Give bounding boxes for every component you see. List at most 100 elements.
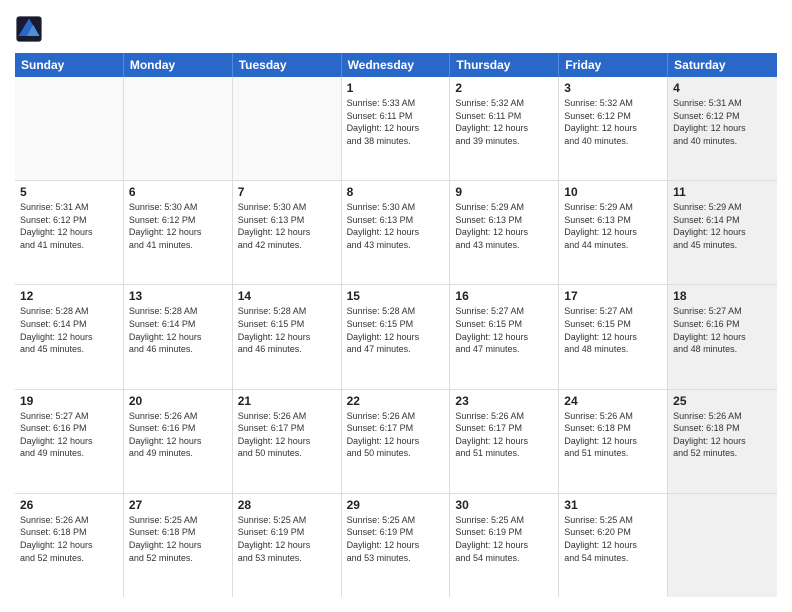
day-cell-30: 30Sunrise: 5:25 AM Sunset: 6:19 PM Dayli… <box>450 494 559 597</box>
day-info: Sunrise: 5:26 AM Sunset: 6:16 PM Dayligh… <box>129 410 227 460</box>
day-info: Sunrise: 5:28 AM Sunset: 6:14 PM Dayligh… <box>129 305 227 355</box>
day-info: Sunrise: 5:31 AM Sunset: 6:12 PM Dayligh… <box>20 201 118 251</box>
empty-cell-0-2 <box>233 77 342 180</box>
day-info: Sunrise: 5:33 AM Sunset: 6:11 PM Dayligh… <box>347 97 445 147</box>
header <box>15 15 777 43</box>
day-cell-1: 1 Sunrise: 5:33 AM Sunset: 6:11 PM Daylig… <box>342 77 451 180</box>
day-number: 5 <box>20 185 118 199</box>
day-number: 28 <box>238 498 336 512</box>
weekday-header-friday: Friday <box>559 53 668 77</box>
day-cell-18: 18 Sunrise: 5:27 AM Sunset: 6:16 PM Dayli… <box>668 285 777 388</box>
day-number: 17 <box>564 289 662 303</box>
calendar-row-2: 12 Sunrise: 5:28 AM Sunset: 6:14 PM Dayli… <box>15 285 777 389</box>
day-cell-16: 16Sunrise: 5:27 AM Sunset: 6:15 PM Dayli… <box>450 285 559 388</box>
day-info: Sunrise: 5:29 AM Sunset: 6:13 PM Dayligh… <box>455 201 553 251</box>
day-info: Sunrise: 5:26 AM Sunset: 6:18 PM Dayligh… <box>564 410 662 460</box>
day-cell-21: 21 Sunrise: 5:26 AM Sunset: 6:17 PM Dayli… <box>233 390 342 493</box>
day-number: 9 <box>455 185 553 199</box>
calendar-row-0: 1 Sunrise: 5:33 AM Sunset: 6:11 PM Daylig… <box>15 77 777 181</box>
day-info: Sunrise: 5:29 AM Sunset: 6:13 PM Dayligh… <box>564 201 662 251</box>
day-number: 16 <box>455 289 553 303</box>
day-cell-5: 5 Sunrise: 5:31 AM Sunset: 6:12 PM Daylig… <box>15 181 124 284</box>
calendar-body: 1 Sunrise: 5:33 AM Sunset: 6:11 PM Daylig… <box>15 77 777 597</box>
day-number: 13 <box>129 289 227 303</box>
day-cell-9: 9 Sunrise: 5:29 AM Sunset: 6:13 PM Daylig… <box>450 181 559 284</box>
day-cell-2: 2 Sunrise: 5:32 AM Sunset: 6:11 PM Daylig… <box>450 77 559 180</box>
weekday-header-wednesday: Wednesday <box>342 53 451 77</box>
day-number: 2 <box>455 81 553 95</box>
day-cell-31: 31 Sunrise: 5:25 AM Sunset: 6:20 PM Dayli… <box>559 494 668 597</box>
day-info: Sunrise: 5:25 AM Sunset: 6:19 PM Dayligh… <box>238 514 336 564</box>
day-info: Sunrise: 5:32 AM Sunset: 6:12 PM Dayligh… <box>564 97 662 147</box>
day-info: Sunrise: 5:28 AM Sunset: 6:14 PM Dayligh… <box>20 305 118 355</box>
day-cell-29: 29 Sunrise: 5:25 AM Sunset: 6:19 PM Dayli… <box>342 494 451 597</box>
day-cell-27: 27 Sunrise: 5:25 AM Sunset: 6:18 PM Dayli… <box>124 494 233 597</box>
day-number: 8 <box>347 185 445 199</box>
day-cell-11: 11 Sunrise: 5:29 AM Sunset: 6:14 PM Dayli… <box>668 181 777 284</box>
day-number: 31 <box>564 498 662 512</box>
day-cell-26: 26Sunrise: 5:26 AM Sunset: 6:18 PM Dayli… <box>15 494 124 597</box>
day-number: 1 <box>347 81 445 95</box>
day-info: Sunrise: 5:27 AM Sunset: 6:16 PM Dayligh… <box>673 305 772 355</box>
calendar-row-4: 26Sunrise: 5:26 AM Sunset: 6:18 PM Dayli… <box>15 494 777 597</box>
day-number: 22 <box>347 394 445 408</box>
day-cell-3: 3 Sunrise: 5:32 AM Sunset: 6:12 PM Daylig… <box>559 77 668 180</box>
calendar-row-3: 19 Sunrise: 5:27 AM Sunset: 6:16 PM Dayli… <box>15 390 777 494</box>
day-number: 12 <box>20 289 118 303</box>
day-number: 27 <box>129 498 227 512</box>
day-number: 11 <box>673 185 772 199</box>
day-info: Sunrise: 5:28 AM Sunset: 6:15 PM Dayligh… <box>238 305 336 355</box>
day-info: Sunrise: 5:32 AM Sunset: 6:11 PM Dayligh… <box>455 97 553 147</box>
day-cell-6: 6Sunrise: 5:30 AM Sunset: 6:12 PM Daylig… <box>124 181 233 284</box>
day-info: Sunrise: 5:25 AM Sunset: 6:19 PM Dayligh… <box>347 514 445 564</box>
day-number: 30 <box>455 498 553 512</box>
day-number: 4 <box>673 81 772 95</box>
day-number: 10 <box>564 185 662 199</box>
day-number: 23 <box>455 394 553 408</box>
day-number: 24 <box>564 394 662 408</box>
day-cell-8: 8 Sunrise: 5:30 AM Sunset: 6:13 PM Daylig… <box>342 181 451 284</box>
day-info: Sunrise: 5:31 AM Sunset: 6:12 PM Dayligh… <box>673 97 772 147</box>
weekday-header-tuesday: Tuesday <box>233 53 342 77</box>
weekday-header-thursday: Thursday <box>450 53 559 77</box>
day-number: 29 <box>347 498 445 512</box>
day-number: 7 <box>238 185 336 199</box>
day-info: Sunrise: 5:26 AM Sunset: 6:18 PM Dayligh… <box>673 410 772 460</box>
day-info: Sunrise: 5:30 AM Sunset: 6:12 PM Dayligh… <box>129 201 227 251</box>
day-info: Sunrise: 5:25 AM Sunset: 6:18 PM Dayligh… <box>129 514 227 564</box>
weekday-header-saturday: Saturday <box>668 53 777 77</box>
day-number: 20 <box>129 394 227 408</box>
day-number: 15 <box>347 289 445 303</box>
empty-cell-0-1 <box>124 77 233 180</box>
day-cell-13: 13 Sunrise: 5:28 AM Sunset: 6:14 PM Dayli… <box>124 285 233 388</box>
empty-cell-4-6 <box>668 494 777 597</box>
day-number: 3 <box>564 81 662 95</box>
day-cell-20: 20 Sunrise: 5:26 AM Sunset: 6:16 PM Dayli… <box>124 390 233 493</box>
day-cell-24: 24 Sunrise: 5:26 AM Sunset: 6:18 PM Dayli… <box>559 390 668 493</box>
day-cell-7: 7Sunrise: 5:30 AM Sunset: 6:13 PM Daylig… <box>233 181 342 284</box>
day-info: Sunrise: 5:26 AM Sunset: 6:17 PM Dayligh… <box>455 410 553 460</box>
weekday-header-sunday: Sunday <box>15 53 124 77</box>
day-number: 19 <box>20 394 118 408</box>
day-info: Sunrise: 5:27 AM Sunset: 6:15 PM Dayligh… <box>564 305 662 355</box>
calendar: SundayMondayTuesdayWednesdayThursdayFrid… <box>15 53 777 597</box>
day-info: Sunrise: 5:25 AM Sunset: 6:20 PM Dayligh… <box>564 514 662 564</box>
day-info: Sunrise: 5:30 AM Sunset: 6:13 PM Dayligh… <box>347 201 445 251</box>
day-number: 21 <box>238 394 336 408</box>
day-cell-28: 28 Sunrise: 5:25 AM Sunset: 6:19 PM Dayli… <box>233 494 342 597</box>
day-cell-14: 14 Sunrise: 5:28 AM Sunset: 6:15 PM Dayli… <box>233 285 342 388</box>
day-info: Sunrise: 5:26 AM Sunset: 6:17 PM Dayligh… <box>238 410 336 460</box>
day-info: Sunrise: 5:27 AM Sunset: 6:16 PM Dayligh… <box>20 410 118 460</box>
day-cell-17: 17 Sunrise: 5:27 AM Sunset: 6:15 PM Dayli… <box>559 285 668 388</box>
day-cell-25: 25Sunrise: 5:26 AM Sunset: 6:18 PM Dayli… <box>668 390 777 493</box>
empty-cell-0-0 <box>15 77 124 180</box>
day-info: Sunrise: 5:29 AM Sunset: 6:14 PM Dayligh… <box>673 201 772 251</box>
day-number: 18 <box>673 289 772 303</box>
day-cell-22: 22Sunrise: 5:26 AM Sunset: 6:17 PM Dayli… <box>342 390 451 493</box>
day-cell-4: 4 Sunrise: 5:31 AM Sunset: 6:12 PM Daylig… <box>668 77 777 180</box>
day-info: Sunrise: 5:26 AM Sunset: 6:18 PM Dayligh… <box>20 514 118 564</box>
logo-icon <box>15 15 43 43</box>
day-number: 14 <box>238 289 336 303</box>
weekday-header-monday: Monday <box>124 53 233 77</box>
day-info: Sunrise: 5:28 AM Sunset: 6:15 PM Dayligh… <box>347 305 445 355</box>
